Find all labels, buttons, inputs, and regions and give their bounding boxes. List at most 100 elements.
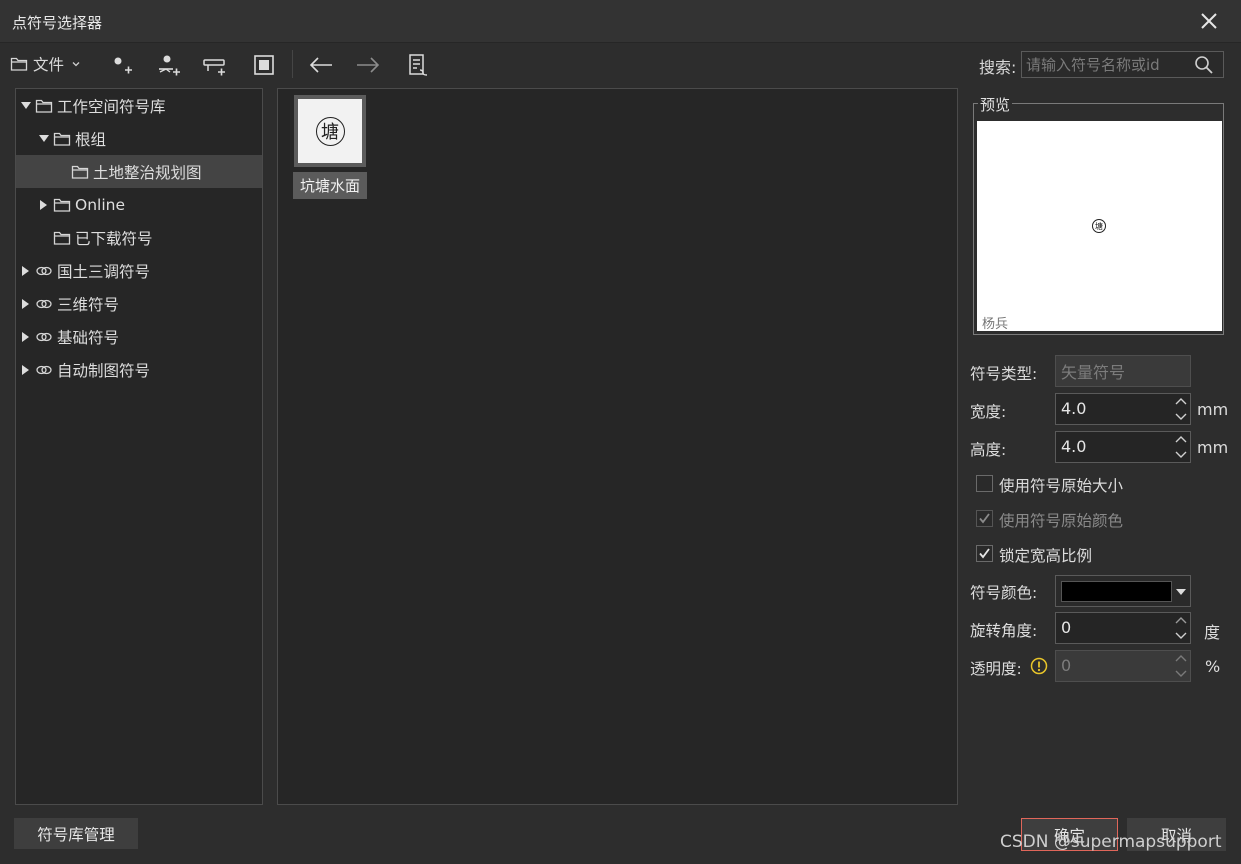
rotation-label: 旋转角度: bbox=[970, 622, 1038, 640]
chevron-down-icon[interactable] bbox=[1174, 411, 1188, 422]
lock-ratio-checkbox[interactable] bbox=[976, 545, 993, 562]
chevron-down-icon[interactable] bbox=[1174, 449, 1188, 460]
caret-down-icon[interactable] bbox=[38, 133, 50, 145]
symbol-color-picker[interactable] bbox=[1055, 575, 1191, 607]
rotation-unit: 度 bbox=[1204, 623, 1221, 642]
back-button[interactable] bbox=[307, 51, 335, 79]
tree-item-auto-mapping[interactable]: 自动制图符号 bbox=[16, 353, 262, 386]
chevron-up-icon[interactable] bbox=[1174, 615, 1188, 626]
file-menu-label: 文件 bbox=[33, 56, 65, 74]
symbol-name[interactable]: 坑塘水面 bbox=[293, 172, 367, 199]
chevron-down-icon bbox=[72, 62, 80, 67]
folder-icon bbox=[71, 165, 89, 179]
height-unit: mm bbox=[1197, 438, 1229, 457]
original-size-checkbox[interactable] bbox=[976, 475, 993, 492]
folder-icon bbox=[10, 57, 28, 71]
width-label: 宽度: bbox=[970, 403, 1007, 421]
tree-item-workspace-library[interactable]: 工作空间符号库 bbox=[16, 89, 262, 122]
width-stepper[interactable] bbox=[1174, 396, 1188, 422]
symbol-type-field bbox=[1055, 355, 1191, 387]
lock-ratio-label: 锁定宽高比例 bbox=[999, 547, 1093, 565]
opacity-input[interactable] bbox=[1059, 655, 1173, 676]
opacity-label: 透明度: bbox=[970, 660, 1022, 678]
close-button[interactable] bbox=[1196, 8, 1222, 34]
tree-item-land-consolidation[interactable]: 土地整治规划图 bbox=[16, 155, 262, 188]
forward-button[interactable] bbox=[354, 51, 382, 79]
fit-symbol-button[interactable] bbox=[250, 51, 278, 79]
folder-icon bbox=[35, 99, 53, 113]
rotation-stepper[interactable] bbox=[1174, 615, 1188, 641]
chevron-down-icon[interactable] bbox=[1174, 630, 1188, 641]
symbol-thumbnail-canvas: 塘 bbox=[298, 99, 362, 163]
dropdown-caret-icon[interactable] bbox=[1176, 589, 1186, 595]
height-stepper[interactable] bbox=[1174, 434, 1188, 460]
file-menu[interactable]: 文件 bbox=[10, 52, 81, 76]
color-swatch bbox=[1061, 581, 1172, 602]
tree-item-online[interactable]: Online bbox=[16, 188, 262, 221]
caret-right-icon[interactable] bbox=[20, 364, 32, 376]
chevron-up-icon[interactable] bbox=[1174, 653, 1188, 664]
properties-button[interactable] bbox=[404, 51, 432, 79]
rotation-input[interactable] bbox=[1059, 617, 1173, 638]
document-edit-icon bbox=[409, 54, 428, 76]
symbol-glyph: 塘 bbox=[315, 116, 345, 146]
tree-item-label: 已下载符号 bbox=[75, 229, 153, 248]
warning-icon[interactable] bbox=[1030, 657, 1048, 675]
caret-down-icon[interactable] bbox=[20, 100, 32, 112]
caret-right-icon[interactable] bbox=[38, 199, 50, 211]
search-input[interactable] bbox=[1024, 53, 1188, 77]
opacity-unit: % bbox=[1205, 657, 1221, 676]
original-color-checkbox[interactable] bbox=[976, 510, 993, 527]
width-spinbox bbox=[1055, 393, 1191, 425]
chevron-up-icon[interactable] bbox=[1174, 396, 1188, 407]
add-line-symbol-button[interactable] bbox=[201, 51, 229, 79]
tree-item-label: 基础符号 bbox=[57, 328, 120, 347]
symbol-color-label: 符号颜色: bbox=[970, 584, 1038, 602]
checkmark-icon bbox=[979, 513, 990, 524]
symbol-type-input bbox=[1059, 360, 1173, 381]
tree-item-root-group[interactable]: 根组 bbox=[16, 122, 262, 155]
symbol-grid: 塘 坑塘水面 bbox=[277, 88, 958, 805]
tree-item-downloaded[interactable]: 已下载符号 bbox=[16, 221, 262, 254]
close-icon bbox=[1201, 13, 1217, 29]
tree-item-third-survey[interactable]: 国土三调符号 bbox=[16, 254, 262, 287]
tree-item-label: 自动制图符号 bbox=[57, 361, 151, 380]
folder-icon bbox=[53, 198, 71, 212]
chevron-down-icon[interactable] bbox=[1174, 668, 1188, 679]
tree-item-basic-symbols[interactable]: 基础符号 bbox=[16, 320, 262, 353]
caret-right-icon[interactable] bbox=[20, 331, 32, 343]
opacity-stepper[interactable] bbox=[1174, 653, 1188, 679]
title-bar bbox=[0, 0, 1241, 43]
tree-item-label: 三维符号 bbox=[57, 295, 120, 314]
preview-caption: 杨兵 bbox=[982, 317, 1009, 332]
caret-right-icon[interactable] bbox=[20, 298, 32, 310]
arrow-left-icon bbox=[309, 57, 332, 73]
search-icon[interactable] bbox=[1194, 55, 1214, 75]
symbol-glyph-text: 塘 bbox=[321, 122, 339, 143]
link-icon bbox=[36, 299, 52, 308]
symbol-thumbnail[interactable]: 塘 bbox=[294, 95, 366, 167]
window-title: 点符号选择器 bbox=[12, 14, 103, 32]
add-line-icon bbox=[203, 59, 225, 76]
original-color-label: 使用符号原始颜色 bbox=[999, 512, 1124, 530]
manage-library-button[interactable]: 符号库管理 bbox=[14, 818, 138, 849]
arrow-right-icon bbox=[357, 57, 380, 73]
add-point-icon bbox=[114, 57, 132, 74]
caret-right-icon[interactable] bbox=[20, 265, 32, 277]
add-group-button[interactable] bbox=[155, 51, 183, 79]
tree-item-3d-symbols[interactable]: 三维符号 bbox=[16, 287, 262, 320]
width-input[interactable] bbox=[1059, 398, 1173, 419]
tree-item-label: 工作空间符号库 bbox=[57, 97, 166, 116]
tree-item-label: 国土三调符号 bbox=[57, 262, 151, 281]
add-point-button[interactable] bbox=[108, 51, 136, 79]
folder-icon bbox=[53, 132, 71, 146]
height-input[interactable] bbox=[1059, 436, 1173, 457]
watermark: CSDN @supermapsupport bbox=[1000, 832, 1222, 852]
checkmark-icon bbox=[979, 548, 990, 559]
preview-canvas: 塘 bbox=[977, 121, 1222, 331]
tree-item-label: 根组 bbox=[75, 130, 107, 149]
chevron-up-icon[interactable] bbox=[1174, 434, 1188, 445]
height-label: 高度: bbox=[970, 441, 1007, 459]
preview-title: 预览 bbox=[978, 94, 1013, 115]
height-spinbox bbox=[1055, 431, 1191, 463]
